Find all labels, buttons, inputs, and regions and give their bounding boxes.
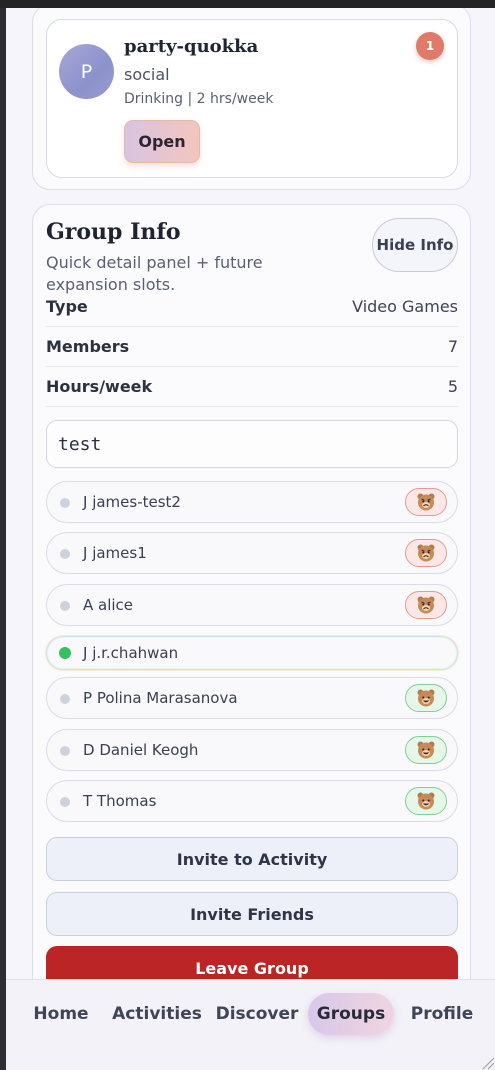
online-status-dot (59, 647, 71, 659)
angry-bear-icon[interactable] (405, 488, 447, 516)
bear-face-icon (417, 792, 435, 810)
group-info-title: Group Info (46, 219, 181, 245)
bear-face-icon (417, 544, 435, 562)
member-name: J j.r.chahwan (83, 644, 179, 662)
member-row[interactable]: J james-test2 (46, 481, 458, 523)
offline-status-dot (60, 694, 70, 704)
group-meta: Drinking | 2 hrs/week (124, 91, 274, 107)
notification-badge: 1 (416, 32, 444, 60)
group-avatar: P (59, 44, 114, 99)
member-row[interactable]: D Daniel Keogh (46, 729, 458, 771)
hide-info-label: Hide Info (376, 235, 454, 254)
member-name: T Thomas (83, 792, 157, 810)
nav-home[interactable]: Home (30, 993, 92, 1035)
info-value: 5 (447, 377, 458, 396)
member-row[interactable]: J james1 (46, 532, 458, 574)
window-top-bar (0, 0, 495, 8)
group-category: social (124, 65, 170, 84)
bear-face-icon (417, 689, 435, 707)
info-value: 7 (447, 337, 458, 356)
nav-profile[interactable]: Profile (406, 993, 478, 1035)
member-name: A alice (83, 596, 134, 614)
member-name: J james1 (83, 544, 147, 562)
member-row[interactable]: A alice (46, 584, 458, 626)
bear-face-icon (417, 596, 435, 614)
group-name: party-quokka (124, 36, 259, 57)
bear-face-icon (417, 741, 435, 759)
invite-friends-button[interactable]: Invite Friends (46, 892, 458, 936)
info-row-hours: Hours/week 5 (46, 367, 458, 407)
app-viewport: P party-quokka social Drinking | 2 hrs/w… (6, 8, 495, 1070)
info-value: Video Games (352, 297, 458, 316)
member-row[interactable]: T Thomas (46, 780, 458, 822)
offline-status-dot (60, 797, 70, 807)
member-name: P Polina Marasanova (83, 689, 238, 707)
member-row[interactable]: P Polina Marasanova (46, 677, 458, 719)
angry-bear-icon[interactable] (405, 539, 447, 567)
bottom-nav: Home Activities Discover Groups Profile (6, 979, 495, 1070)
info-row-members: Members 7 (46, 327, 458, 367)
invite-to-activity-button[interactable]: Invite to Activity (46, 837, 458, 881)
angry-bear-icon[interactable] (405, 591, 447, 619)
happy-bear-icon[interactable] (405, 684, 447, 712)
member-name: D Daniel Keogh (83, 741, 199, 759)
bear-face-icon (417, 493, 435, 511)
info-row-type: Type Video Games (46, 287, 458, 327)
nav-activities[interactable]: Activities (112, 993, 202, 1035)
open-group-button[interactable]: Open (124, 120, 200, 163)
offline-status-dot (60, 549, 70, 559)
offline-status-dot (60, 601, 70, 611)
nav-groups[interactable]: Groups (308, 993, 394, 1035)
happy-bear-icon[interactable] (405, 787, 447, 815)
hide-info-button[interactable]: Hide Info (372, 218, 458, 272)
member-row[interactable]: J j.r.chahwan (46, 636, 458, 670)
offline-status-dot (60, 746, 70, 756)
info-key: Hours/week (46, 377, 153, 396)
resize-handle-icon[interactable] (481, 1056, 495, 1070)
member-search-input[interactable] (46, 420, 458, 468)
nav-discover[interactable]: Discover (216, 993, 299, 1035)
member-name: J james-test2 (83, 493, 181, 511)
happy-bear-icon[interactable] (405, 736, 447, 764)
offline-status-dot (60, 498, 70, 508)
info-key: Members (46, 337, 130, 356)
info-key: Type (46, 297, 88, 316)
